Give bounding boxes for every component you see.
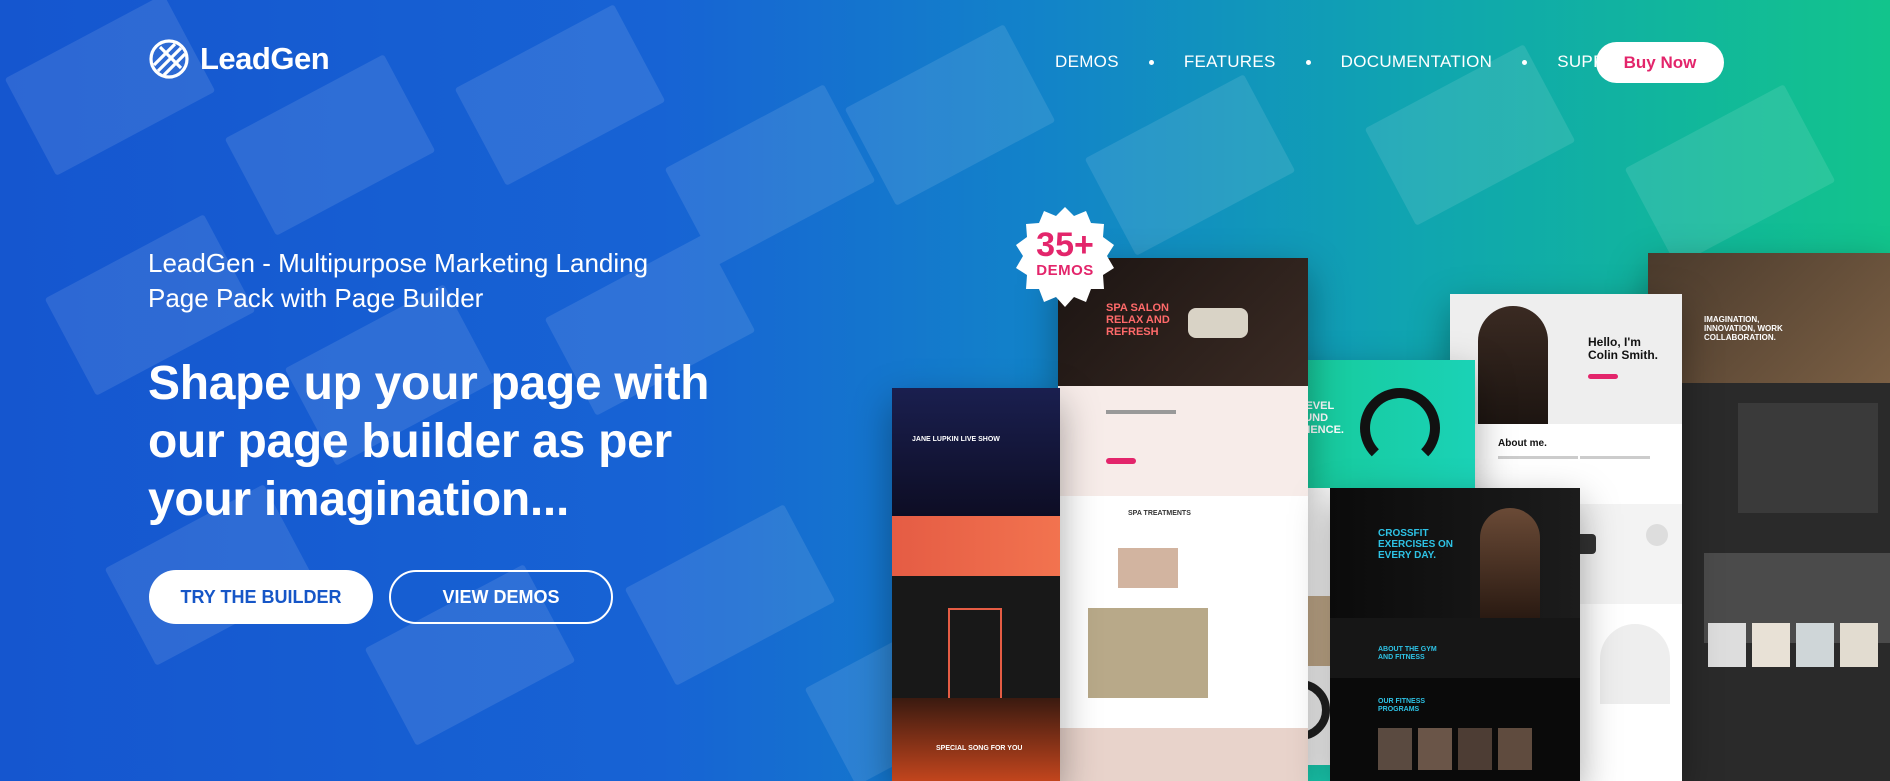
interior-title: IMAGINATION, INNOVATION, WORK COLLABORAT… [1704,315,1783,342]
chair-image [1738,403,1878,513]
nav-features[interactable]: FEATURES [1184,52,1276,72]
subtitle-line: LeadGen - Multipurpose Marketing Landing [148,248,649,278]
song-label: SPECIAL SONG FOR YOU [936,745,1023,752]
hero-headline: Shape up your page with our page builder… [148,355,768,529]
programs-label: OUR FITNESS PROGRAMS [1378,698,1426,713]
badge-label: DEMOS [1036,262,1094,279]
demo-card-interior[interactable]: IMAGINATION, INNOVATION, WORK COLLABORAT… [1648,253,1890,781]
spa-treatments-label: SPA TREATMENTS [1128,510,1191,517]
view-demos-button[interactable]: VIEW DEMOS [389,570,613,624]
crossfit-title: CROSSFIT EXERCISES ON EVERY DAY. [1378,528,1454,561]
nav-separator-dot [1305,59,1311,65]
nav-separator-dot [1522,59,1528,65]
portfolio-title: Hello, I'm Colin Smith. [1588,335,1658,362]
brand-logo[interactable]: LeadGen [148,38,330,80]
portrait-image [1478,306,1548,424]
demo-card-crossfit[interactable]: CROSSFIT EXERCISES ON EVERY DAY. ABOUT T… [1330,488,1580,781]
nav-demos[interactable]: DEMOS [1055,52,1119,72]
headline-line: your imagination... [148,473,570,526]
demo-card-concert[interactable]: JANE LUPKIN LIVE SHOW SPECIAL SONG FOR Y… [892,388,1060,781]
nav-documentation[interactable]: DOCUMENTATION [1341,52,1493,72]
nav-separator-dot [1148,59,1154,65]
top-navigation: LeadGen DEMOS FEATURES DOCUMENTATION SUP… [0,0,1890,125]
about-me-label: About me. [1498,438,1547,449]
hero-subtitle: LeadGen - Multipurpose Marketing Landing… [148,246,708,316]
interior-gallery [1708,623,1878,667]
brand-name: LeadGen [200,41,330,76]
headline-line: our page builder as per [148,415,672,468]
subtitle-line: Page Pack with Page Builder [148,283,484,313]
try-builder-button[interactable]: TRY THE BUILDER [149,570,373,624]
main-menu: DEMOS FEATURES DOCUMENTATION SUPPORT [1055,52,1641,72]
gym-label: ABOUT THE GYM AND FITNESS [1378,646,1437,661]
hero-banner: LeadGen DEMOS FEATURES DOCUMENTATION SUP… [0,0,1890,781]
concert-title: JANE LUPKIN LIVE SHOW [912,436,1000,443]
buy-now-button[interactable]: Buy Now [1596,42,1724,83]
athlete-image [1480,508,1540,618]
headphones-image [1360,388,1440,468]
badge-count: 35+ [1036,226,1094,264]
globe-stripes-icon [149,39,189,79]
demo-card-spa[interactable]: SPA SALON RELAX AND REFRESH SPA TREATMEN… [1058,258,1308,781]
programs-gallery [1378,728,1532,770]
headline-line: Shape up your page with [148,357,710,410]
demos-count-badge: 35+ DEMOS [1012,228,1118,280]
